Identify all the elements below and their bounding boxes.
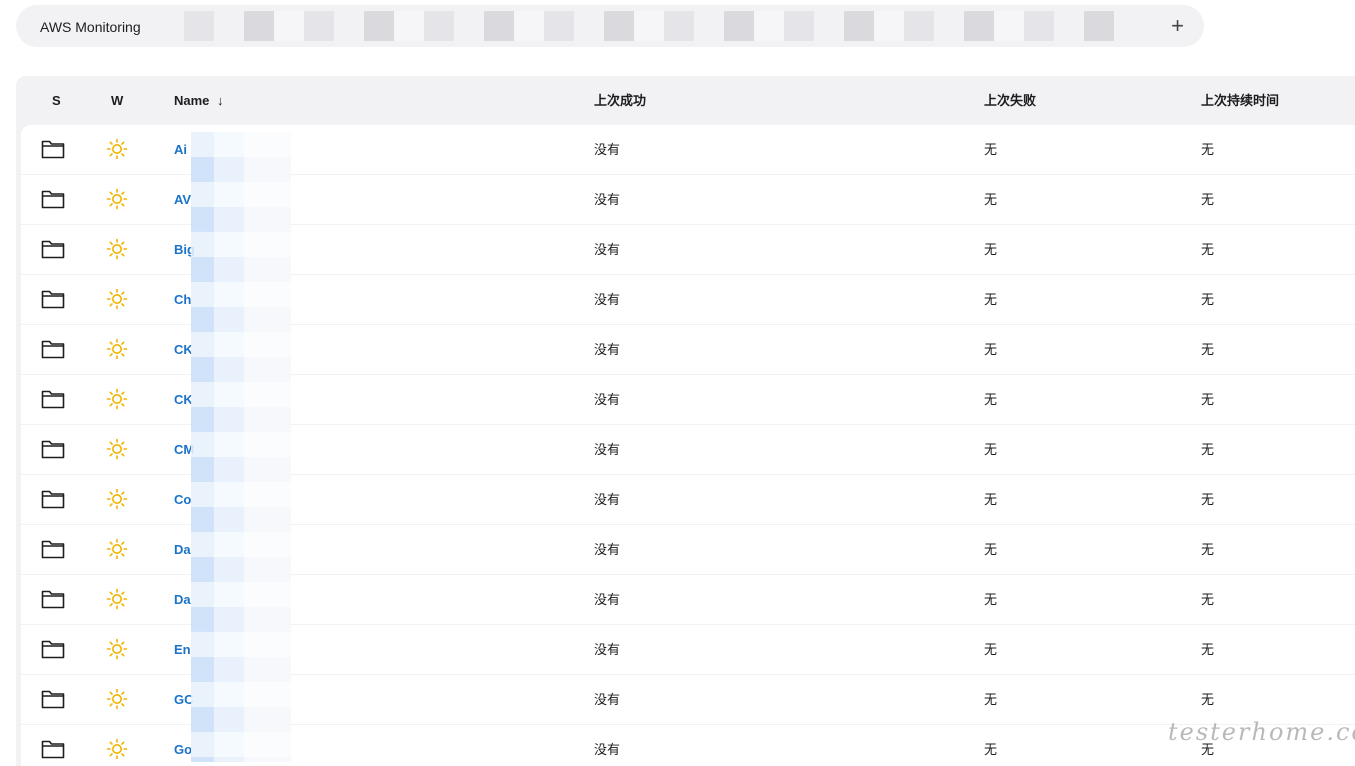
add-tab-button[interactable]: + — [1171, 5, 1184, 47]
last-success-value: 没有 — [594, 392, 621, 407]
tabs-obscured — [184, 11, 1114, 41]
header-last-failure[interactable]: 上次失败 — [984, 76, 1036, 126]
last-success-value: 没有 — [594, 292, 621, 307]
sun-icon — [106, 188, 128, 210]
job-name-link[interactable]: Ai — [174, 125, 187, 175]
folder-icon — [41, 540, 65, 559]
last-success-value: 没有 — [594, 592, 621, 607]
last-duration-value: 无 — [1201, 592, 1215, 607]
tab-aws-monitoring[interactable]: AWS Monitoring — [40, 5, 141, 47]
job-name-link[interactable]: AV — [174, 175, 191, 225]
last-failure-value: 无 — [984, 142, 998, 157]
last-failure-value: 无 — [984, 692, 998, 707]
sun-icon — [106, 588, 128, 610]
header-last-duration[interactable]: 上次持续时间 — [1201, 76, 1279, 126]
folder-icon — [41, 140, 65, 159]
sun-icon — [106, 338, 128, 360]
last-duration-value: 无 — [1201, 142, 1215, 157]
last-duration-value: 无 — [1201, 292, 1215, 307]
folder-icon — [41, 440, 65, 459]
last-duration-value: 无 — [1201, 442, 1215, 457]
last-success-value: 没有 — [594, 442, 621, 457]
sun-icon — [106, 138, 128, 160]
sun-icon — [106, 238, 128, 260]
folder-icon — [41, 590, 65, 609]
last-failure-value: 无 — [984, 342, 998, 357]
last-failure-value: 无 — [984, 742, 998, 757]
job-name-link[interactable]: Go — [174, 725, 192, 766]
header-weather[interactable]: W — [111, 76, 123, 126]
sun-icon — [106, 288, 128, 310]
folder-icon — [41, 290, 65, 309]
last-success-value: 没有 — [594, 192, 621, 207]
last-success-value: 没有 — [594, 492, 621, 507]
last-duration-value: 无 — [1201, 642, 1215, 657]
job-name-link[interactable]: Da — [174, 575, 191, 625]
last-failure-value: 无 — [984, 492, 998, 507]
header-last-success[interactable]: 上次成功 — [594, 76, 646, 126]
folder-icon — [41, 640, 65, 659]
last-failure-value: 无 — [984, 642, 998, 657]
last-success-value: 没有 — [594, 542, 621, 557]
last-duration-value: 无 — [1201, 242, 1215, 257]
last-duration-value: 无 — [1201, 392, 1215, 407]
last-failure-value: 无 — [984, 242, 998, 257]
job-name-link[interactable]: En — [174, 625, 191, 675]
header-name[interactable]: Name ↓ — [174, 76, 224, 126]
last-success-value: 没有 — [594, 742, 621, 757]
sun-icon — [106, 738, 128, 760]
watermark: testerhome.com — [1168, 718, 1355, 746]
sun-icon — [106, 388, 128, 410]
last-duration-value: 无 — [1201, 492, 1215, 507]
sun-icon — [106, 638, 128, 660]
last-failure-value: 无 — [984, 592, 998, 607]
sun-icon — [106, 688, 128, 710]
last-success-value: 没有 — [594, 642, 621, 657]
folder-icon — [41, 740, 65, 759]
job-name-link[interactable]: Da — [174, 525, 191, 575]
folder-icon — [41, 490, 65, 509]
sort-down-icon: ↓ — [217, 93, 224, 108]
last-duration-value: 无 — [1201, 342, 1215, 357]
view-tab-bar: AWS Monitoring + — [16, 5, 1204, 47]
last-failure-value: 无 — [984, 392, 998, 407]
last-duration-value: 无 — [1201, 192, 1215, 207]
last-failure-value: 无 — [984, 292, 998, 307]
last-failure-value: 无 — [984, 192, 998, 207]
job-name-link[interactable]: CK — [174, 325, 193, 375]
last-success-value: 没有 — [594, 342, 621, 357]
last-failure-value: 无 — [984, 442, 998, 457]
job-name-link[interactable]: Ch — [174, 275, 191, 325]
header-status[interactable]: S — [52, 76, 61, 126]
job-name-link[interactable]: Co — [174, 475, 191, 525]
last-success-value: 没有 — [594, 242, 621, 257]
folder-icon — [41, 190, 65, 209]
table-header: S W Name ↓ 上次成功 上次失败 上次持续时间 — [16, 76, 1355, 125]
folder-icon — [41, 690, 65, 709]
last-duration-value: 无 — [1201, 542, 1215, 557]
folder-icon — [41, 340, 65, 359]
folder-icon — [41, 240, 65, 259]
last-success-value: 没有 — [594, 692, 621, 707]
last-failure-value: 无 — [984, 542, 998, 557]
sun-icon — [106, 538, 128, 560]
names-obscured — [191, 132, 291, 762]
header-name-label: Name — [174, 93, 210, 108]
last-success-value: 没有 — [594, 142, 621, 157]
sun-icon — [106, 438, 128, 460]
job-name-link[interactable]: CK — [174, 375, 193, 425]
sun-icon — [106, 488, 128, 510]
folder-icon — [41, 390, 65, 409]
